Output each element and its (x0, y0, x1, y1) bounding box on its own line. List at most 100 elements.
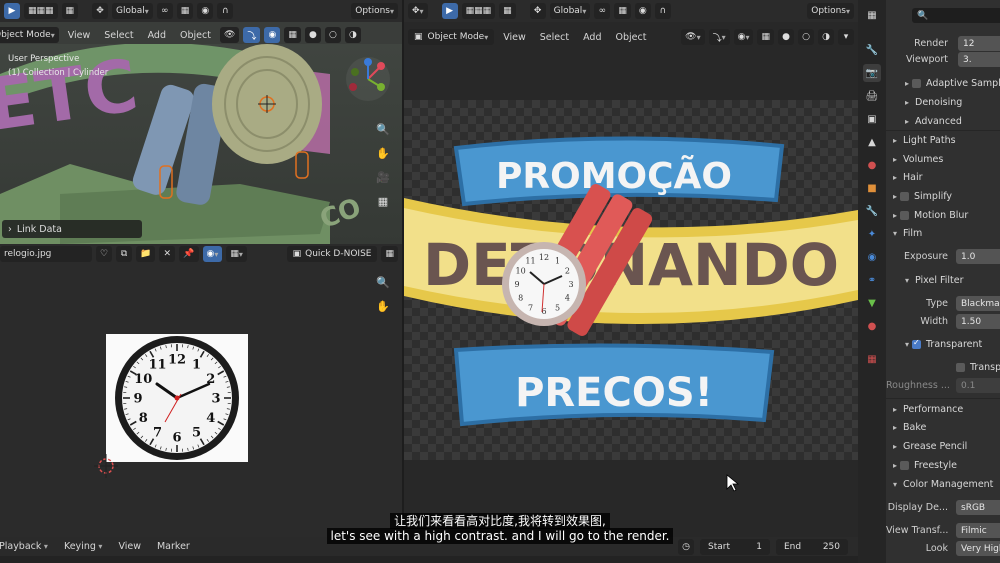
view-mode-icon[interactable]: ◉ (202, 246, 223, 262)
duplicate-image-icon[interactable]: ⧉ (116, 246, 133, 262)
advanced-row[interactable]: ▸ Advanced (902, 112, 1000, 130)
pan-hand-icon-2[interactable]: ✋ (374, 298, 392, 315)
select-mode-icon-r[interactable]: ▦▦▦ (461, 3, 496, 19)
view-object-types-icon[interactable]: 👁 (219, 27, 240, 43)
options-dropdown-r[interactable]: Options (807, 3, 854, 19)
navigation-gizmo[interactable] (343, 54, 393, 104)
image-editor[interactable]: relogio.jpg ♡ ⧉ 📁 ✕ 📌 ◉ ▦ ▣ Quick D-NOIS… (0, 244, 402, 537)
editor-menu-icon[interactable]: ▦ (381, 246, 398, 262)
transform-pivot-icon-r[interactable]: ✥ (529, 3, 546, 19)
transform-pivot-icon[interactable]: ✥ (92, 3, 109, 19)
texture-tab-icon[interactable]: ▦ (863, 350, 881, 368)
filter-type-dropdown[interactable]: Blackma (956, 296, 1000, 311)
pixel-filter-subpanel[interactable]: ▾ Pixel Filter (902, 271, 1000, 289)
grease-pencil-panel[interactable]: ▸ Grease Pencil (890, 437, 1000, 455)
snap-icon-r[interactable]: ∞ (594, 3, 611, 19)
film-panel[interactable]: ▾ Film (890, 224, 1000, 242)
xray-icon[interactable]: ▦ (284, 27, 301, 43)
overlay-icon-r[interactable]: ◉ (733, 29, 754, 45)
render-samples-field[interactable]: 12 (958, 36, 1000, 51)
open-image-icon[interactable]: 📁 (136, 246, 156, 262)
freestyle-checkbox[interactable] (900, 460, 909, 470)
options-dropdown[interactable]: Options (351, 3, 398, 19)
camera-icon[interactable]: 🎥 (374, 169, 392, 186)
quick-denoise-button[interactable]: ▣ Quick D-NOISE (286, 246, 378, 262)
color-management-panel[interactable]: ▾ Color Management (890, 475, 1000, 493)
material-tab-icon[interactable]: ● (863, 317, 881, 335)
adaptive-checkbox[interactable] (912, 78, 921, 88)
select-tool-icon[interactable]: ▶ (4, 3, 20, 19)
simplify-panel[interactable]: ▸ Simplify (890, 187, 1000, 205)
snap-target-icon[interactable]: ▦ (176, 3, 194, 19)
orientation-dropdown-r[interactable]: Global (549, 3, 591, 19)
particles-tab-icon[interactable]: ✦ (863, 225, 881, 243)
scene-tab-icon[interactable]: ▲ (863, 133, 881, 151)
viewport-3d[interactable]: ▶ ▦▦▦ ▦ ✥ Global ∞ ▦ ◉ ∩ Options Object … (0, 0, 402, 244)
shading-dropdown-icon[interactable]: ▾ (838, 29, 854, 45)
properties-search[interactable]: 🔍 (912, 8, 1000, 23)
proportional-edit-icon-r[interactable]: ◉ (634, 3, 651, 19)
mode-dropdown[interactable]: Object Mode (0, 27, 59, 43)
unlink-image-icon[interactable]: ✕ (159, 246, 176, 262)
volumes-panel[interactable]: ▸ Volumes (890, 150, 1000, 168)
output-tab-icon[interactable]: 🖨 (863, 87, 881, 105)
select-tool-icon-r[interactable]: ▶ (441, 3, 458, 19)
editor-type-icon[interactable]: ✥ (408, 3, 428, 19)
tool-tab-icon[interactable]: 🔧 (863, 41, 881, 59)
world-tab-icon[interactable]: ● (863, 156, 881, 174)
bake-panel[interactable]: ▸ Bake (890, 418, 1000, 436)
shading-solid-icon[interactable]: ● (304, 27, 321, 43)
falloff-icon[interactable]: ∩ (217, 3, 234, 19)
snap-icon[interactable]: ∞ (156, 3, 173, 19)
transparent-subpanel[interactable]: ▾ Transparent (902, 335, 1000, 353)
snap-target-icon-r[interactable]: ▦ (614, 3, 631, 19)
light-paths-panel[interactable]: ▸ Light Paths (890, 131, 1000, 149)
shading-render-icon[interactable]: ◑ (344, 27, 361, 43)
display-channels-icon[interactable]: ▦ (226, 246, 247, 262)
shading-material-icon[interactable]: ○ (324, 27, 341, 43)
transparent-glass-row[interactable]: Transp (956, 358, 1000, 376)
select-mode-icon-2[interactable]: ▦ (61, 3, 79, 19)
denoising-row[interactable]: ▸ Denoising (902, 93, 1000, 111)
object-tab-icon[interactable]: ■ (863, 179, 881, 197)
roughness-field[interactable]: 0.1 (956, 378, 1000, 393)
select-mode-icon[interactable]: ▦▦▦ (24, 3, 58, 19)
menu-add[interactable]: Add (143, 30, 171, 41)
viewport-samples-field[interactable]: 3. (958, 52, 1000, 67)
pan-hand-icon[interactable]: ✋ (374, 145, 392, 162)
mode-dropdown-r[interactable]: ▣ Object Mode (408, 29, 495, 45)
select-mode-icon-r2[interactable]: ▦ (499, 3, 516, 19)
editor-type-icon-props[interactable]: ▦ (863, 6, 881, 24)
menu-view[interactable]: View (63, 30, 96, 41)
orientation-dropdown[interactable]: Global (112, 3, 153, 19)
render-tab-icon[interactable]: 📷 (863, 64, 881, 82)
falloff-icon-r[interactable]: ∩ (654, 3, 671, 19)
grid-perspective-icon[interactable]: ▦ (374, 193, 392, 210)
menu-object-r[interactable]: Object (611, 32, 652, 43)
motion-blur-panel[interactable]: ▸ Motion Blur (890, 206, 1000, 224)
gizmo-icon[interactable]: ⤵ (243, 27, 261, 43)
freestyle-panel[interactable]: ▸ Freestyle (890, 456, 1000, 474)
motion-blur-checkbox[interactable] (900, 210, 909, 220)
exposure-field[interactable]: 1.0 (956, 249, 1000, 264)
simplify-checkbox[interactable] (900, 191, 909, 201)
menu-select-r[interactable]: Select (535, 32, 574, 43)
gizmo-icon-r[interactable]: ⤵ (708, 29, 730, 45)
view-layer-tab-icon[interactable]: ▣ (863, 110, 881, 128)
constraints-tab-icon[interactable]: ⚭ (863, 271, 881, 289)
menu-select[interactable]: Select (99, 30, 138, 41)
view-object-types-icon-r[interactable]: 👁 (681, 29, 705, 45)
performance-panel[interactable]: ▸ Performance (890, 400, 1000, 418)
fake-user-icon[interactable]: ♡ (96, 246, 113, 262)
transparent-glass-checkbox[interactable] (956, 362, 965, 372)
menu-object[interactable]: Object (175, 30, 216, 41)
look-dropdown[interactable]: Very High (956, 541, 1000, 556)
menu-add-r[interactable]: Add (578, 32, 606, 43)
physics-tab-icon[interactable]: ◉ (863, 248, 881, 266)
filter-width-field[interactable]: 1.50 (956, 314, 1000, 329)
overlay-icon[interactable]: ◉ (264, 27, 281, 43)
xray-icon-r[interactable]: ▦ (757, 29, 774, 45)
transparent-checkbox[interactable] (912, 338, 921, 349)
pin-icon[interactable]: 📌 (179, 246, 199, 262)
modifier-tab-icon[interactable]: 🔧 (863, 202, 881, 220)
